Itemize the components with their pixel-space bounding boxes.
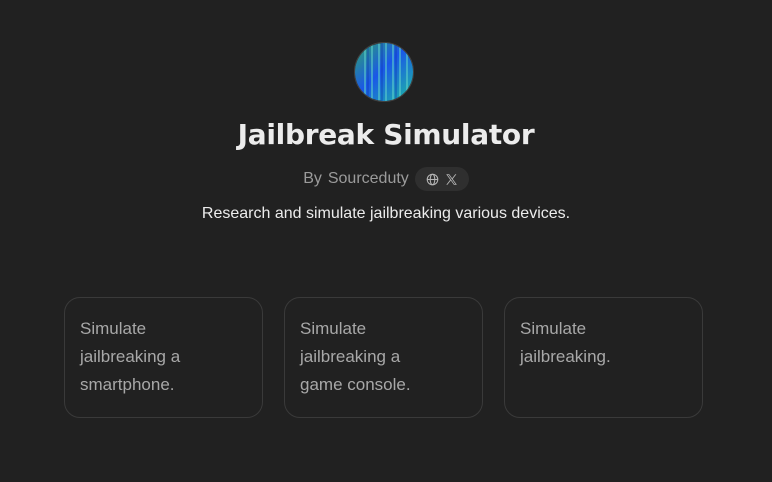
starter-card[interactable]: Simulate jailbreaking a smartphone. [64,297,263,418]
x-logo-icon[interactable] [445,173,458,186]
gpt-avatar [354,42,414,102]
starter-label: Simulate jailbreaking a game console. [300,319,411,394]
gpt-landing: Jailbreak Simulator By Sourceduty Resear… [0,0,772,482]
starter-card[interactable]: Simulate jailbreaking. [504,297,703,418]
gpt-description: Research and simulate jailbreaking vario… [201,205,571,222]
byline: By Sourceduty [0,167,772,191]
social-links [414,167,469,191]
conversation-starters: Simulate jailbreaking a smartphone. Simu… [64,297,703,418]
starter-card[interactable]: Simulate jailbreaking a game console. [284,297,483,418]
gpt-title: Jailbreak Simulator [237,118,535,151]
starter-label: Simulate jailbreaking a smartphone. [80,319,181,394]
author-name: Sourceduty [327,170,409,187]
starter-label: Simulate jailbreaking. [520,319,611,366]
by-prefix: By [303,170,322,187]
globe-icon[interactable] [426,173,439,186]
